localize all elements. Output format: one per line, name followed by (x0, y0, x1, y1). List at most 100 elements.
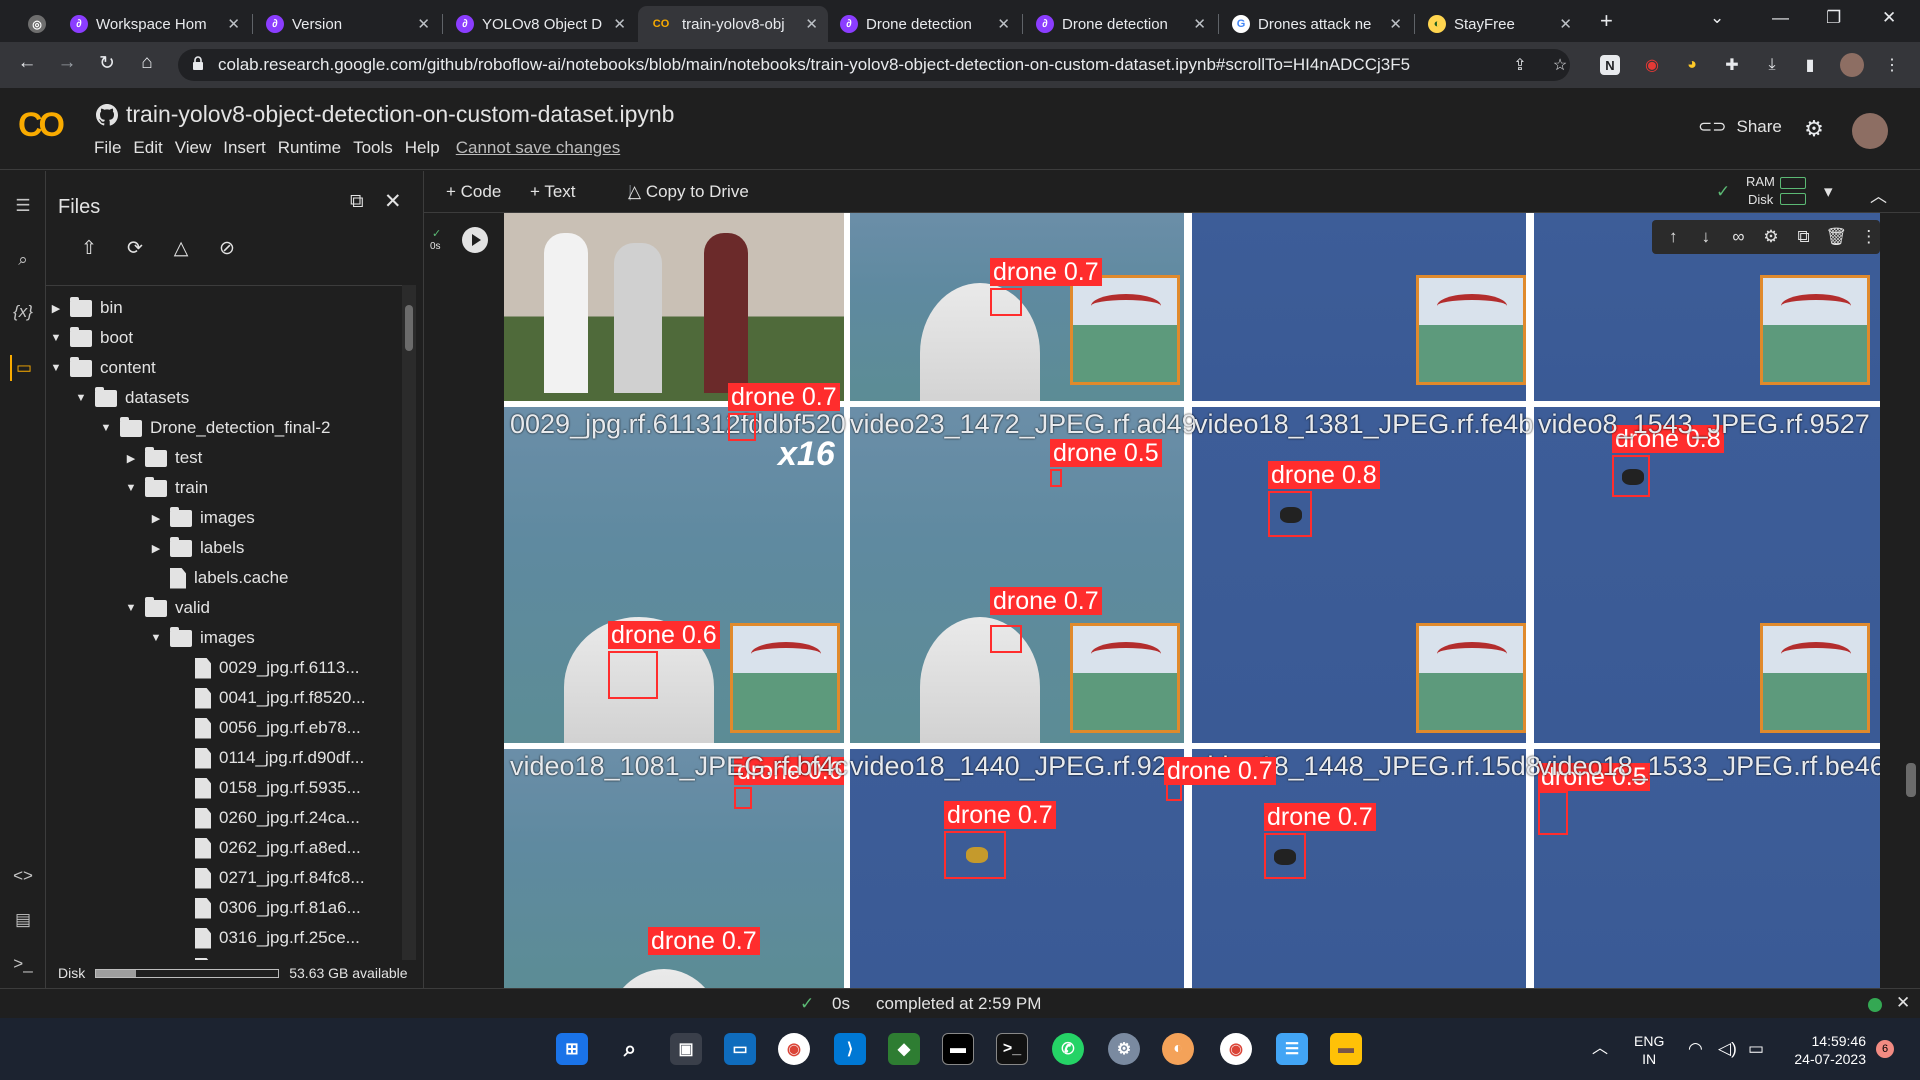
wifi-icon[interactable]: ◠ (1688, 1040, 1703, 1058)
menu-file[interactable]: File (88, 138, 127, 158)
battery-icon[interactable]: ▭ (1748, 1040, 1764, 1058)
tree-file[interactable]: 0029_jpg.rf.6113... (175, 656, 360, 680)
close-window-button[interactable]: ✕ (1882, 8, 1896, 28)
tab-5[interactable]: ∂ Drone detection ✕ (1026, 6, 1216, 42)
notebook-title[interactable]: train-yolov8-object-detection-on-custom-… (96, 101, 674, 128)
move-cell-down-icon[interactable]: ↓ (1695, 227, 1718, 247)
output-scroll-thumb[interactable] (1906, 763, 1916, 797)
powershell-icon[interactable]: >_ (996, 1033, 1028, 1065)
tab-1[interactable]: ∂ Version ✕ (256, 6, 440, 42)
copy-to-drive-button[interactable]: △ Copy to Drive (628, 182, 749, 202)
tree-file[interactable]: 0158_jpg.rf.5935... (175, 776, 361, 800)
tree-folder[interactable]: ▶ images (150, 506, 255, 530)
side-panel-icon[interactable]: ▮ (1798, 53, 1822, 77)
close-icon[interactable]: ✕ (805, 15, 818, 33)
tab-6[interactable]: G Drones attack ne ✕ (1222, 6, 1412, 42)
tree-folder[interactable]: ▼ train (125, 476, 208, 500)
link-cell-icon[interactable]: ∞ (1727, 227, 1750, 247)
volume-icon[interactable]: ◁) (1718, 1040, 1737, 1058)
files-folder-icon[interactable]: ▭ (10, 355, 36, 381)
tree-file[interactable]: 0271_jpg.rf.84fc8... (175, 866, 365, 890)
scroll-thumb[interactable] (405, 305, 413, 351)
notion-extension-icon[interactable]: N (1600, 55, 1620, 75)
status-message[interactable]: completed at 2:59 PM (876, 994, 1041, 1014)
menu-edit[interactable]: Edit (127, 138, 168, 158)
tree-file[interactable]: 0317_jpg.rf.eb22... (175, 956, 361, 960)
delete-cell-icon[interactable]: 🗑 (1825, 227, 1848, 247)
task-view-icon[interactable]: ▣ (670, 1033, 702, 1065)
tab-search-button[interactable]: ⌄ (1710, 8, 1724, 28)
chevron-down-icon[interactable]: ▼ (100, 422, 112, 434)
close-icon[interactable]: ✕ (1559, 15, 1572, 33)
collapse-header-icon[interactable]: ︿ (1870, 182, 1887, 207)
tree-file[interactable]: labels.cache (150, 566, 289, 590)
search-icon[interactable]: ⌕ (10, 247, 36, 273)
share-page-icon[interactable]: ⇪ (1508, 53, 1532, 77)
share-button[interactable]: ⊂⊃ Share (1698, 117, 1782, 137)
tree-file[interactable]: 0262_jpg.rf.a8ed... (175, 836, 361, 860)
chevron-right-icon[interactable]: ▶ (150, 512, 162, 525)
chrome-icon[interactable]: ◉ (778, 1033, 810, 1065)
tab-pinned-chatgpt[interactable]: ◎ (18, 6, 52, 42)
chrome-menu-icon[interactable]: ⋮ (1880, 53, 1904, 77)
tree-folder[interactable]: ▼ valid (125, 596, 210, 620)
tray-overflow-icon[interactable]: ︿ (1592, 1040, 1608, 1058)
settings-gear-icon[interactable]: ⚙ (1802, 116, 1826, 141)
tree-file[interactable]: 0041_jpg.rf.f8520... (175, 686, 366, 710)
code-snippets-icon[interactable]: <> (10, 863, 36, 889)
menu-tools[interactable]: Tools (347, 138, 399, 158)
add-text-button[interactable]: + Text (530, 182, 576, 202)
more-actions-icon[interactable]: ⋮ (1857, 227, 1880, 247)
chevron-down-icon[interactable]: ▼ (150, 632, 162, 644)
close-icon[interactable]: ✕ (1193, 15, 1206, 33)
settings-app-icon[interactable]: ⚙ (1108, 1033, 1140, 1065)
move-cell-up-icon[interactable]: ↑ (1662, 227, 1685, 247)
desktop-icon[interactable]: ▭ (724, 1033, 756, 1065)
profile-avatar[interactable] (1840, 53, 1864, 77)
ram-meter[interactable] (1780, 177, 1806, 189)
tree-folder[interactable]: ▶ bin (50, 296, 123, 320)
chevron-down-icon[interactable]: ▼ (50, 332, 62, 344)
record-extension-icon[interactable]: ◉ (1640, 53, 1664, 77)
account-avatar[interactable] (1852, 113, 1888, 149)
new-tab-button[interactable]: + (1600, 8, 1613, 34)
tree-folder[interactable]: ▼ Drone_detection_final-2 (100, 416, 331, 440)
extensions-puzzle-icon[interactable]: ✚ (1720, 53, 1744, 77)
close-icon[interactable]: ✕ (417, 15, 430, 33)
chevron-down-icon[interactable]: ▼ (75, 392, 87, 404)
cell-settings-icon[interactable]: ⚙ (1760, 227, 1783, 247)
close-icon[interactable]: ✕ (1389, 15, 1402, 33)
home-button[interactable]: ⌂ (134, 52, 160, 74)
close-status-icon[interactable]: ✕ (1896, 993, 1910, 1013)
chevron-right-icon[interactable]: ▶ (150, 542, 162, 555)
language-indicator[interactable]: ENG IN (1634, 1032, 1664, 1068)
reload-button[interactable]: ↻ (94, 52, 120, 75)
chevron-right-icon[interactable]: ▶ (50, 302, 62, 315)
terminal-app-icon[interactable]: ▬ (942, 1033, 974, 1065)
tab-3-active[interactable]: CO train-yolov8-obj ✕ (638, 6, 828, 42)
forward-button[interactable]: → (54, 52, 80, 74)
tree-folder[interactable]: ▼ images (150, 626, 255, 650)
colab-logo[interactable]: CO (18, 106, 65, 145)
vscode-icon[interactable]: ⟩ (834, 1033, 866, 1065)
url-bar[interactable]: colab.research.google.com/github/roboflo… (178, 49, 1570, 81)
menu-help[interactable]: Help (399, 138, 446, 158)
open-in-tab-icon[interactable]: ⧉ (350, 191, 364, 213)
chevron-down-icon[interactable]: ▼ (125, 482, 137, 494)
tab-2[interactable]: ∂ YOLOv8 Object D ✕ (446, 6, 636, 42)
restore-button[interactable]: ❐ (1826, 8, 1841, 28)
tree-folder[interactable]: ▼ datasets (75, 386, 189, 410)
notification-badge[interactable]: 6 (1876, 1040, 1894, 1058)
file-explorer-icon[interactable]: ▬ (1330, 1033, 1362, 1065)
chevron-right-icon[interactable]: ▶ (125, 452, 137, 465)
weather-app-icon[interactable]: ◐ (1162, 1033, 1194, 1065)
mirror-cell-icon[interactable]: ⧉ (1792, 227, 1815, 247)
tree-folder[interactable]: ▶ labels (150, 536, 244, 560)
minimize-button[interactable]: — (1772, 8, 1789, 28)
tab-0[interactable]: ∂ Workspace Hom ✕ (60, 6, 250, 42)
close-icon[interactable]: ✕ (227, 15, 240, 33)
tree-file[interactable]: 0260_jpg.rf.24ca... (175, 806, 360, 830)
add-code-button[interactable]: + Code (446, 182, 501, 202)
git-icon[interactable]: ◆ (888, 1033, 920, 1065)
mount-drive-icon[interactable]: △ (168, 237, 194, 263)
